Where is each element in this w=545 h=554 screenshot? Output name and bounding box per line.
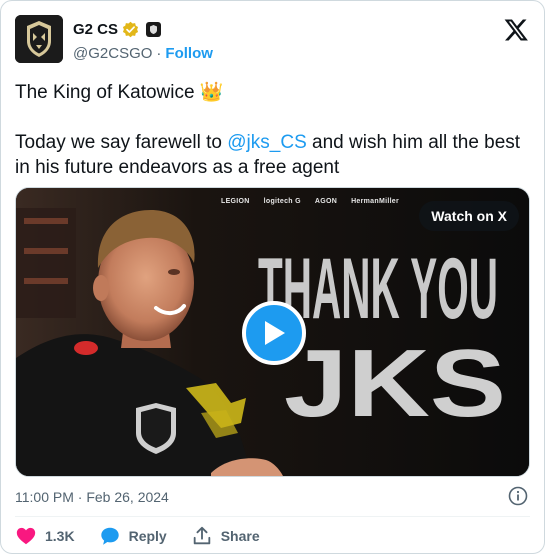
divider [15,516,530,517]
banner-line-2: JKS [284,330,506,437]
x-logo-icon[interactable] [504,19,528,41]
author-handle-row: @G2CSGO · Follow [73,45,213,62]
sponsor-4: HermanMiller [351,198,400,205]
share-label: Share [220,528,260,544]
tweet-card: G2 CS @G2CSGO · Follow The King of Katow… [0,0,545,554]
mention-link[interactable]: @jks_CS [227,132,306,153]
share-button[interactable]: Share [191,525,260,547]
play-button[interactable] [242,301,306,365]
share-icon [193,526,210,545]
watch-on-x-button[interactable]: Watch on X [419,201,519,231]
reply-bubble-icon [100,527,119,545]
avatar[interactable] [15,15,63,63]
author-name-row: G2 CS [73,21,162,38]
author-handle[interactable]: @G2CSGO [73,45,152,62]
tweet-line-1: The King of Katowice 👑 [15,82,224,103]
sponsor-strip: LEGION logitech G AGON HermanMiller [221,198,399,205]
reply-label: Reply [128,528,167,544]
tweet-text: The King of Katowice 👑 Today we say fare… [15,80,530,180]
tweet-line-2-prefix: Today we say farewell to [15,132,228,153]
video-media[interactable]: THANK YOU JKS LEGION logitech G AGON Her… [15,187,530,477]
info-icon[interactable] [508,486,528,506]
like-count: 1.3K [45,528,75,544]
heart-icon [16,527,36,545]
tweet-line-2: Today we say farewell to @jks_CS and wis… [15,130,530,180]
sponsor-2: logitech G [263,198,301,205]
action-bar: 1.3K Reply Share [15,525,284,547]
follow-button[interactable]: Follow [165,45,213,62]
separator-dot: · [156,45,162,62]
author-name[interactable]: G2 CS [73,21,118,38]
like-button[interactable]: 1.3K [15,525,75,547]
reply-button[interactable]: Reply [99,525,167,547]
affiliate-badge-icon[interactable] [146,22,162,37]
timestamp-link[interactable]: 11:00 PM · Feb 26, 2024 [15,489,169,505]
g2-logo-icon [15,15,63,63]
sponsor-3: AGON [314,198,338,205]
play-icon [265,321,285,345]
sponsor-1: LEGION [221,198,250,205]
verified-badge-icon [122,21,139,38]
